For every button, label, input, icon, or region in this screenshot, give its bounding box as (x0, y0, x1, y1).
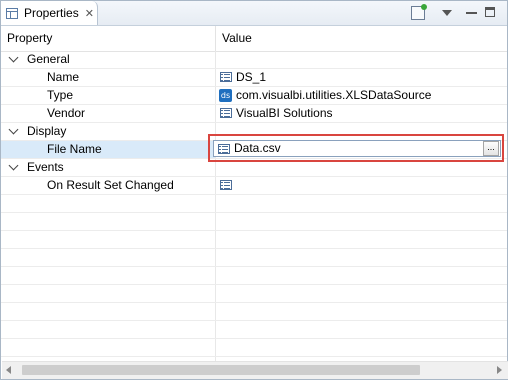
empty-row (1, 231, 507, 249)
property-value[interactable]: VisualBI Solutions (236, 105, 333, 122)
chevron-down-icon[interactable] (8, 52, 19, 63)
scrollbar-thumb[interactable] (22, 365, 420, 375)
property-value[interactable]: com.visualbi.utilities.XLSDataSource (236, 87, 431, 104)
empty-row (1, 195, 507, 213)
close-icon[interactable]: ✕ (85, 7, 94, 20)
property-row-name[interactable]: Name DS_1 (1, 69, 507, 87)
empty-row (1, 321, 507, 339)
view-tab-bar: Properties ✕ (1, 1, 507, 26)
property-label: Vendor (47, 106, 86, 120)
tab-title: Properties (24, 6, 79, 20)
property-row-type[interactable]: Type ds com.visualbi.utilities.XLSDataSo… (1, 87, 507, 105)
property-value[interactable]: DS_1 (236, 69, 266, 86)
group-label: Events (27, 160, 64, 174)
properties-view: Properties ✕ Property Value General Name… (0, 0, 508, 380)
group-label: Display (27, 124, 67, 138)
horizontal-scrollbar[interactable] (2, 361, 508, 379)
table-header: Property Value (1, 26, 507, 52)
empty-row (1, 339, 507, 357)
group-row-general[interactable]: General (1, 51, 507, 69)
value-list-icon (218, 144, 230, 154)
properties-view-icon (6, 7, 18, 19)
property-label: File Name (47, 142, 102, 156)
empty-row (1, 213, 507, 231)
property-label: Name (47, 70, 80, 84)
chevron-down-icon[interactable] (8, 124, 19, 135)
value-list-icon (220, 72, 232, 82)
value-list-icon (220, 180, 232, 190)
column-divider[interactable] (215, 26, 216, 51)
property-row-on-result-set-changed[interactable]: On Result Set Changed (1, 177, 507, 195)
minimize-icon[interactable] (466, 12, 477, 14)
browse-button[interactable]: ... (483, 141, 499, 156)
group-row-display[interactable]: Display (1, 123, 507, 141)
column-header-property[interactable]: Property (7, 26, 52, 51)
property-row-vendor[interactable]: Vendor VisualBI Solutions (1, 105, 507, 123)
scroll-left-arrow-icon[interactable] (6, 366, 11, 374)
pin-editor-icon[interactable] (411, 4, 427, 20)
properties-tab[interactable]: Properties ✕ (1, 1, 98, 25)
property-label: Type (47, 88, 74, 102)
empty-row (1, 267, 507, 285)
view-menu-icon[interactable] (442, 10, 452, 16)
file-name-input[interactable] (234, 141, 474, 156)
maximize-icon[interactable] (485, 7, 495, 17)
column-header-value[interactable]: Value (222, 26, 252, 51)
group-label: General (27, 52, 70, 66)
value-list-icon (220, 108, 232, 118)
scroll-right-arrow-icon[interactable] (497, 366, 502, 374)
property-label: On Result Set Changed (47, 178, 174, 192)
group-row-events[interactable]: Events (1, 159, 507, 177)
empty-row (1, 285, 507, 303)
datasource-type-icon: ds (219, 89, 232, 102)
empty-row (1, 303, 507, 321)
chevron-down-icon[interactable] (8, 160, 19, 171)
file-name-editor: ... (213, 140, 501, 157)
empty-row (1, 249, 507, 267)
